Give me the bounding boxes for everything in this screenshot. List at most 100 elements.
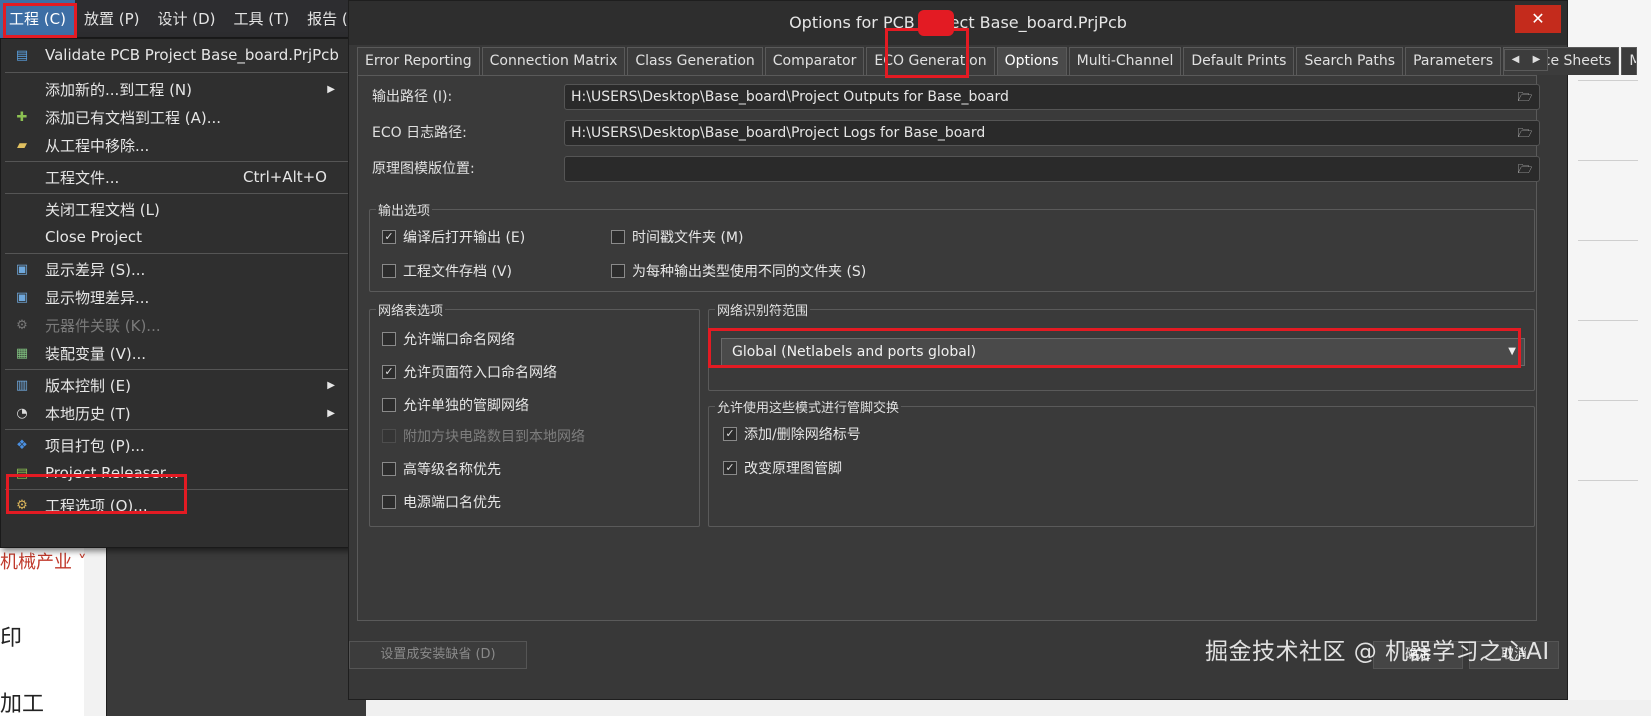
tab-eco-generation[interactable]: ECO Generation [866, 47, 995, 75]
menu-item-project-releaser[interactable]: ▤ Project Releaser... [1, 459, 361, 487]
folder-open-icon[interactable]: 🗁 [1517, 162, 1533, 176]
tab-error-reporting[interactable]: Error Reporting [357, 47, 480, 75]
tab-comparator[interactable]: Comparator [764, 47, 865, 75]
menu-item-project-packager[interactable]: ❖ 项目打包 (P)... [1, 431, 361, 459]
tab-multi-channel[interactable]: Multi-Channel [1068, 47, 1182, 75]
output-path-row: 输出路径 (I): H:\USERS\Desktop\Base_board\Pr… [372, 84, 1540, 110]
output-options-title: 输出选项 [376, 200, 433, 219]
menu-item-close-documents[interactable]: 关闭工程文档 (L) [1, 195, 361, 223]
separate-folder-per-output-checkbox[interactable]: 为每种输出类型使用不同的文件夹 (S) [611, 261, 866, 281]
menu-item-component-links: ⚙ 元器件关联 (K)... [1, 311, 361, 339]
menu-item-add-new[interactable]: 添加新的...到工程 (N) ▶ [1, 75, 361, 103]
menu-item-variants[interactable]: ▦ 装配变量 (V)... [1, 339, 361, 367]
output-path-field[interactable]: H:\USERS\Desktop\Base_board\Project Outp… [564, 84, 1540, 110]
eco-log-path-field[interactable]: H:\USERS\Desktop\Base_board\Project Logs… [564, 120, 1540, 146]
web-text: 印 [0, 626, 23, 651]
menu-item-project-files[interactable]: 工程文件... Ctrl+Alt+O [1, 163, 361, 191]
checkbox-box: ✓ [723, 427, 737, 441]
higher-level-names-priority-checkbox[interactable]: 高等级名称优先 [382, 459, 501, 479]
checkbox-box: ✓ [723, 461, 737, 475]
menu-tools[interactable]: 工具 (T) [225, 0, 299, 38]
checkbox-box: ✓ [382, 365, 396, 379]
diff-icon: ▣ [15, 261, 29, 277]
allow-single-pin-nets-checkbox[interactable]: 允许单独的管脚网络 [382, 395, 529, 415]
close-button[interactable]: ✕ [1515, 5, 1561, 33]
scroll-left-icon[interactable]: ◀ [1505, 50, 1526, 70]
tab-search-paths[interactable]: Search Paths [1296, 47, 1404, 75]
net-identifier-scope-title: 网络识别符范围 [715, 300, 811, 319]
tab-connection-matrix[interactable]: Connection Matrix [481, 47, 626, 75]
folder-open-icon[interactable]: 🗁 [1517, 126, 1533, 140]
output-options-group: 输出选项 ✓ 编译后打开输出 (E) 时间戳文件夹 (M) 工程文件存档 (V)… [369, 200, 1535, 292]
project-menu: ▤ Validate PCB Project Base_board.PrjPcb… [0, 38, 362, 548]
tab-strip: Error Reporting Connection Matrix Class … [357, 47, 1638, 75]
power-port-names-priority-checkbox[interactable]: 电源端口名优先 [382, 492, 501, 512]
validate-icon: ▤ [15, 47, 29, 63]
component-link-icon: ⚙ [16, 317, 28, 333]
dialog-title: Options for PCB Project Base_board.PrjPc… [789, 13, 1127, 32]
folder-open-icon[interactable]: 🗁 [1517, 90, 1533, 104]
remove-icon: ▰ [17, 137, 27, 153]
schematic-template-row: 原理图模版位置: 🗁 [372, 156, 1540, 182]
menubar: 工程 (C) 放置 (P) 设计 (D) 工具 (T) 报告 (R) V [0, 0, 392, 38]
net-identifier-scope-group: 网络识别符范围 Global (Netlabels and ports glob… [708, 300, 1535, 391]
tab-class-generation[interactable]: Class Generation [627, 47, 763, 75]
submenu-arrow-icon: ▶ [327, 407, 335, 419]
web-text: 机械产业 ˅ [0, 552, 87, 573]
menu-item-show-differences[interactable]: ▣ 显示差异 (S)... [1, 255, 361, 283]
menu-item-project-options[interactable]: ⚙ 工程选项 (O)... [1, 491, 361, 519]
menu-item-validate[interactable]: ▤ Validate PCB Project Base_board.PrjPcb [1, 41, 361, 69]
web-text: 加工 [0, 692, 45, 716]
submenu-arrow-icon: ▶ [327, 83, 335, 95]
pin-swap-title: 允许使用这些模式进行管脚交换 [715, 397, 902, 416]
eco-log-path-row: ECO 日志路径: H:\USERS\Desktop\Base_board\Pr… [372, 120, 1540, 146]
tab-scroll: ◀ ▶ [1504, 49, 1548, 71]
menu-item-remove[interactable]: ▰ 从工程中移除... [1, 131, 361, 159]
open-output-after-compile-checkbox[interactable]: ✓ 编译后打开输出 (E) [382, 227, 525, 247]
cursor-badge [918, 10, 954, 36]
physical-diff-icon: ▣ [15, 289, 29, 305]
package-icon: ❖ [16, 437, 28, 453]
checkbox-box [382, 332, 396, 346]
background-right-strip [1568, 0, 1651, 716]
add-remove-net-labels-checkbox[interactable]: ✓ 添加/删除网络标号 [723, 424, 861, 444]
menu-item-add-existing[interactable]: ✚ 添加已有文档到工程 (A)... [1, 103, 361, 131]
options-panel: 输出路径 (I): H:\USERS\Desktop\Base_board\Pr… [357, 75, 1540, 621]
tab-options[interactable]: Options [996, 47, 1067, 75]
background-web-page: 机械产业 ˅ 印 加工 [0, 540, 87, 716]
project-options-icon: ⚙ [16, 497, 28, 513]
menu-item-close-project[interactable]: Close Project [1, 223, 361, 251]
archive-project-checkbox[interactable]: 工程文件存档 (V) [382, 261, 512, 281]
shortcut-text: Ctrl+Alt+O [243, 168, 327, 186]
menu-item-version-control[interactable]: ▥ 版本控制 (E) ▶ [1, 371, 361, 399]
tab-parameters[interactable]: Parameters [1405, 47, 1502, 75]
menu-item-show-physical-differences[interactable]: ▣ 显示物理差异... [1, 283, 361, 311]
pin-swap-group: 允许使用这些模式进行管脚交换 ✓ 添加/删除网络标号 ✓ 改变原理图管脚 [708, 397, 1535, 527]
allow-ports-name-nets-checkbox[interactable]: 允许端口命名网络 [382, 329, 515, 349]
netlist-options-title: 网络表选项 [376, 300, 446, 319]
scroll-right-icon[interactable]: ▶ [1526, 50, 1547, 70]
checkbox-box [382, 398, 396, 412]
append-sheet-numbers-checkbox: 附加方块电路数目到本地网络 [382, 426, 585, 446]
submenu-arrow-icon: ▶ [327, 379, 335, 391]
menu-design[interactable]: 设计 (D) [148, 0, 224, 38]
menu-project[interactable]: 工程 (C) [0, 0, 75, 38]
allow-sheet-entries-name-nets-checkbox[interactable]: ✓ 允许页面符入口命名网络 [382, 362, 557, 382]
checkbox-box [382, 462, 396, 476]
net-identifier-scope-select[interactable]: Global (Netlabels and ports global) ▼ [721, 338, 1525, 366]
change-schematic-pins-checkbox[interactable]: ✓ 改变原理图管脚 [723, 458, 842, 478]
local-history-icon: ◔ [16, 405, 28, 421]
tab-managed-outputs[interactable]: Managed Outp [1621, 47, 1638, 75]
version-control-icon: ▥ [15, 377, 29, 393]
timestamp-folder-checkbox[interactable]: 时间戳文件夹 (M) [611, 227, 743, 247]
menu-item-local-history[interactable]: ◔ 本地历史 (T) ▶ [1, 399, 361, 427]
dialog-titlebar[interactable]: Options for PCB Project Base_board.PrjPc… [349, 1, 1567, 45]
checkbox-box: ✓ [382, 230, 396, 244]
output-path-label: 输出路径 (I): [372, 89, 453, 105]
schematic-template-field[interactable]: 🗁 [564, 156, 1540, 182]
background-bottom-strip [366, 700, 1651, 716]
releaser-icon: ▤ [15, 465, 29, 481]
menu-place[interactable]: 放置 (P) [75, 0, 149, 38]
set-installation-defaults-button[interactable]: 设置成安装缺省 (D) [349, 641, 527, 669]
tab-default-prints[interactable]: Default Prints [1183, 47, 1295, 75]
